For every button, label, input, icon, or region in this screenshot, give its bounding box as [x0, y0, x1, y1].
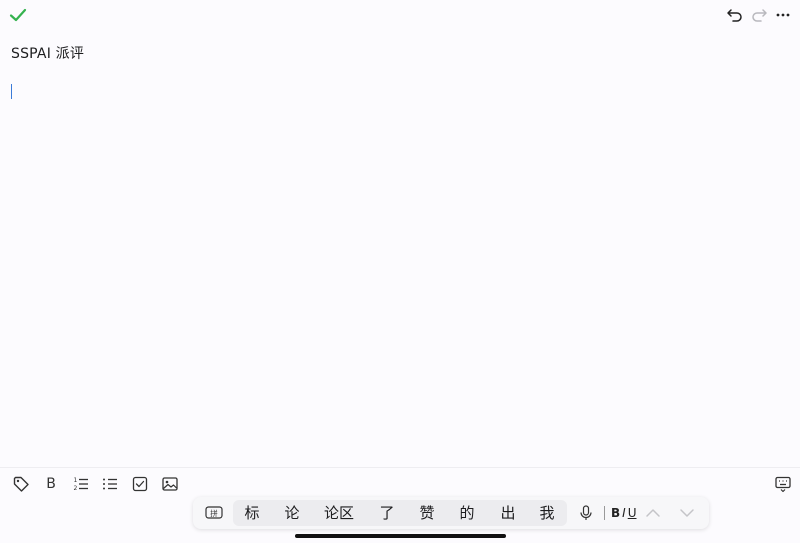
more-icon — [776, 13, 790, 17]
undo-button[interactable] — [726, 6, 744, 24]
bullet-list-button[interactable] — [101, 475, 119, 493]
candidate-item[interactable]: 了 — [374, 500, 400, 526]
bold-button[interactable]: B — [42, 475, 60, 493]
ime-candidate-bar: 拼 标 论 论区 了 赞 的 出 我 BIU — [193, 497, 709, 529]
numbered-list-button[interactable]: 1 2 — [72, 475, 90, 493]
keyboard-toggle-button[interactable] — [774, 475, 792, 493]
checkbox-button[interactable] — [131, 475, 149, 493]
svg-text:2: 2 — [74, 485, 78, 492]
format-toolbar: B 1 2 — [0, 467, 800, 497]
candidate-item[interactable]: 论区 — [319, 500, 359, 526]
ime-mode-label: 拼 — [210, 508, 218, 518]
ime-mode-button[interactable]: 拼 — [205, 505, 223, 521]
checkmark-icon — [9, 8, 27, 22]
microphone-icon — [580, 505, 592, 520]
image-icon — [162, 477, 178, 491]
redo-icon — [752, 9, 767, 22]
undo-icon — [727, 9, 742, 22]
text-style-button[interactable]: BIU — [611, 505, 637, 521]
keyboard-toggle-icon — [775, 476, 791, 493]
top-toolbar — [0, 0, 800, 30]
bullet-list-icon — [103, 478, 117, 490]
style-bold-label: B — [611, 506, 621, 520]
tag-icon — [13, 476, 29, 492]
notes-editor-screen: SSPAI 派评 B 1 2 拼 标 论 论区 了 赞 的 出 我 B I U — [0, 0, 800, 543]
candidate-list: 标 论 论区 了 赞 的 出 我 — [233, 500, 567, 526]
pinyin-keyboard-icon: 拼 — [205, 506, 223, 519]
chevron-up-icon — [646, 509, 660, 517]
candidate-item[interactable]: 论 — [279, 500, 305, 526]
redo-button[interactable] — [750, 6, 768, 24]
home-indicator[interactable] — [295, 534, 506, 538]
done-button[interactable] — [8, 5, 28, 25]
candidate-item[interactable]: 我 — [534, 500, 560, 526]
note-title[interactable]: SSPAI 派评 — [11, 43, 84, 63]
candidate-item[interactable]: 标 — [239, 500, 265, 526]
numbered-list-icon: 1 2 — [74, 477, 88, 492]
style-underline-label: U — [627, 506, 637, 520]
svg-text:1: 1 — [74, 477, 78, 484]
text-caret — [11, 84, 12, 99]
next-field-button[interactable] — [679, 506, 695, 520]
candidate-item[interactable]: 出 — [495, 500, 521, 526]
dictation-button[interactable] — [579, 505, 593, 521]
candidate-item[interactable]: 的 — [454, 500, 480, 526]
ime-divider — [604, 506, 605, 520]
more-button[interactable] — [774, 6, 792, 24]
chevron-down-icon — [680, 509, 694, 517]
previous-field-button[interactable] — [645, 506, 661, 520]
tag-button[interactable] — [12, 475, 30, 493]
note-body-editor[interactable] — [11, 82, 791, 452]
checkbox-icon — [132, 476, 148, 492]
candidate-item[interactable]: 赞 — [414, 500, 440, 526]
style-italic-label: I — [622, 506, 626, 520]
image-button[interactable] — [161, 475, 179, 493]
